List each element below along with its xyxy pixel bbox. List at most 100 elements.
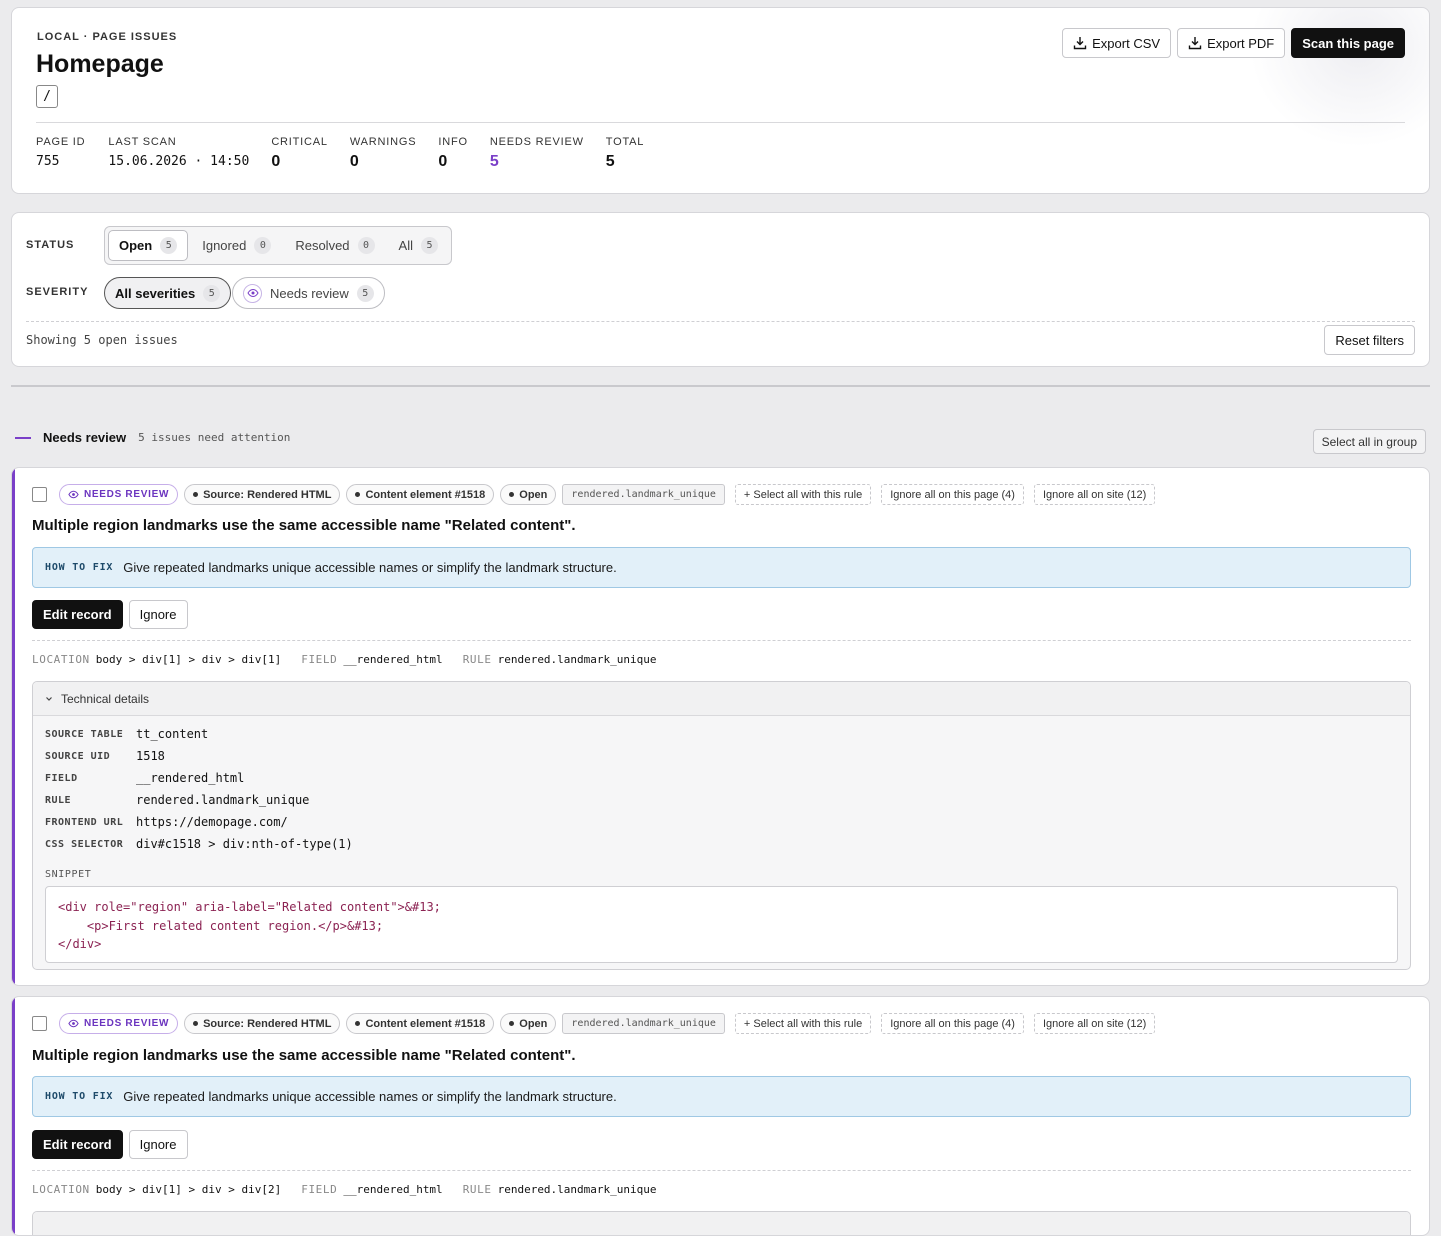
stat-critical: CRITICAL 0 xyxy=(271,136,328,171)
rule-tag: rendered.landmark_unique xyxy=(562,1013,725,1034)
technical-details-toggle[interactable]: Technical details xyxy=(33,682,1410,716)
element-tag-label: Content element #1518 xyxy=(365,1017,486,1030)
select-all-rule-button[interactable]: + Select all with this rule xyxy=(734,484,872,505)
ignore-site-button[interactable]: Ignore all on site (12) xyxy=(1033,1013,1156,1034)
header-divider xyxy=(36,122,1405,123)
page-eyebrow: LOCAL · PAGE ISSUES xyxy=(37,31,178,43)
export-csv-label: Export CSV xyxy=(1092,35,1161,51)
stat-value: 755 xyxy=(36,154,60,169)
issue-actions: Edit record Ignore xyxy=(32,1130,188,1159)
location-label: LOCATION xyxy=(32,1183,90,1196)
page-slug: / xyxy=(36,85,58,108)
group-header: Needs review 5 issues need attention xyxy=(15,430,290,445)
tech-key: FIELD xyxy=(45,772,78,784)
issue-tags: NEEDS REVIEW Source: Rendered HTML Conte… xyxy=(32,484,1156,505)
status-tab-ignored[interactable]: Ignored 0 xyxy=(192,230,281,261)
code-snippet: <div role="region" aria-label="Related c… xyxy=(45,886,1398,963)
technical-details xyxy=(32,1211,1411,1235)
tech-row: SOURCE TABLE tt_content xyxy=(45,723,1398,745)
field-label: FIELD xyxy=(301,1183,338,1196)
technical-rows: SOURCE TABLE tt_content SOURCE UID 1518 FI… xyxy=(33,716,1410,855)
download-icon xyxy=(1073,37,1087,50)
severity-pill-all[interactable]: All severities 5 xyxy=(104,277,232,309)
ignore-page-button[interactable]: Ignore all on this page (4) xyxy=(881,1013,1024,1034)
edit-record-button[interactable]: Edit record xyxy=(32,600,123,629)
status-tag-label: Open xyxy=(519,488,548,501)
stat-needs-review: NEEDS REVIEW 5 xyxy=(490,136,584,171)
rule-label: RULE xyxy=(462,653,492,666)
tab-label: Ignored xyxy=(202,238,247,253)
group-subtitle: 5 issues need attention xyxy=(138,431,291,444)
status-tab-all[interactable]: All 5 xyxy=(389,230,448,261)
severity-tag-label: NEEDS REVIEW xyxy=(84,1018,170,1029)
reset-filters-button[interactable]: Reset filters xyxy=(1324,325,1415,355)
field-label: FIELD xyxy=(301,653,338,666)
tech-key: CSS SELECTOR xyxy=(45,838,124,850)
stat-label: NEEDS REVIEW xyxy=(489,136,584,148)
tech-value: div#c1518 > div:nth-of-type(1) xyxy=(136,837,353,851)
select-all-rule-button[interactable]: + Select all with this rule xyxy=(734,1013,872,1034)
severity-tag-label: NEEDS REVIEW xyxy=(84,489,170,500)
tech-row: FRONTEND URL https://demopage.com/ xyxy=(45,811,1398,833)
ignore-page-button[interactable]: Ignore all on this page (4) xyxy=(881,484,1024,505)
select-all-in-group-button[interactable]: Select all in group xyxy=(1312,429,1426,454)
dot-icon xyxy=(509,492,515,497)
section-divider xyxy=(11,385,1430,387)
tech-value: 1518 xyxy=(136,749,165,763)
stat-value: 0 xyxy=(271,153,281,170)
source-tag-label: Source: Rendered HTML xyxy=(203,488,332,501)
element-tag: Content element #1518 xyxy=(346,1013,495,1034)
issue-checkbox[interactable] xyxy=(32,487,47,502)
filters-card: STATUS Open 5 Ignored 0 Resolved 0 All 5… xyxy=(11,212,1430,367)
severity-pill-needs-review[interactable]: Needs review 5 xyxy=(232,277,385,309)
stat-warnings: WARNINGS 0 xyxy=(350,136,417,171)
status-tabs: Open 5 Ignored 0 Resolved 0 All 5 xyxy=(104,226,452,265)
ignore-site-button[interactable]: Ignore all on site (12) xyxy=(1033,484,1156,505)
status-tag-label: Open xyxy=(519,1017,548,1030)
tech-row: CSS SELECTOR div#c1518 > div:nth-of-type(… xyxy=(45,833,1398,855)
stat-last-scan: LAST SCAN 15.06.2026 · 14:50 xyxy=(108,136,249,171)
ignore-button[interactable]: Ignore xyxy=(128,600,188,629)
eye-icon xyxy=(243,283,262,303)
tech-row: SOURCE UID 1518 xyxy=(45,745,1398,767)
how-to-fix-label: HOW TO FIX xyxy=(45,562,114,573)
tech-key: SOURCE TABLE xyxy=(45,728,124,740)
rule-value: rendered.landmark_unique xyxy=(497,1183,657,1196)
stat-info: INFO 0 xyxy=(438,136,467,171)
severity-tag: NEEDS REVIEW xyxy=(59,484,179,505)
edit-record-button[interactable]: Edit record xyxy=(32,1130,123,1159)
rule-label: RULE xyxy=(462,1183,492,1196)
page-header-card: LOCAL · PAGE ISSUES Homepage / Export CS… xyxy=(11,7,1430,194)
tab-label: All xyxy=(398,238,413,253)
ignore-button[interactable]: Ignore xyxy=(128,1130,188,1159)
chevron-down-icon xyxy=(46,696,52,701)
source-tag: Source: Rendered HTML xyxy=(184,484,341,505)
dot-icon xyxy=(355,1021,361,1026)
tab-count: 0 xyxy=(357,237,375,254)
stat-label: INFO xyxy=(438,136,468,148)
how-to-fix-box: HOW TO FIX Give repeated landmarks uniqu… xyxy=(32,1076,1411,1117)
status-tag: Open xyxy=(500,484,557,505)
field-value: __rendered_html xyxy=(343,653,443,666)
pill-label: All severities xyxy=(115,285,196,301)
element-tag-label: Content element #1518 xyxy=(365,488,486,501)
scan-page-button[interactable]: Scan this page xyxy=(1291,28,1405,58)
issue-title: Multiple region landmarks use the same a… xyxy=(32,517,576,534)
issue-checkbox[interactable] xyxy=(32,1016,47,1031)
export-csv-button[interactable]: Export CSV xyxy=(1062,28,1172,58)
tab-count: 5 xyxy=(160,237,178,254)
tab-count: 5 xyxy=(420,237,438,254)
status-tab-resolved[interactable]: Resolved 0 xyxy=(285,230,384,261)
export-pdf-button[interactable]: Export PDF xyxy=(1177,28,1286,58)
tech-value: tt_content xyxy=(136,727,209,741)
pill-label: Needs review xyxy=(270,285,349,301)
technical-details-toggle[interactable] xyxy=(33,1212,1410,1235)
issue-title: Multiple region landmarks use the same a… xyxy=(32,1047,576,1064)
tech-value: https://demopage.com/ xyxy=(136,815,288,829)
status-tab-open[interactable]: Open 5 xyxy=(108,230,189,261)
element-tag: Content element #1518 xyxy=(346,484,495,505)
eye-icon xyxy=(68,1019,79,1028)
issue-accent xyxy=(12,468,15,985)
source-tag-label: Source: Rendered HTML xyxy=(203,1017,332,1030)
stat-label: LAST SCAN xyxy=(108,136,177,148)
